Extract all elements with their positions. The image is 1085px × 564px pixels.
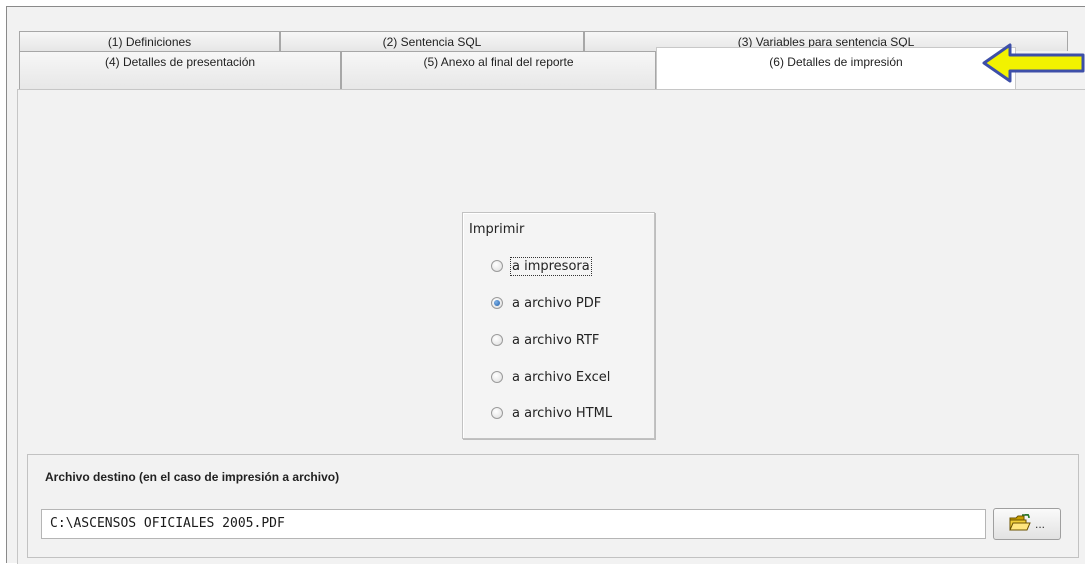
tab-label: (5) Anexo al final del reporte (423, 55, 574, 69)
radio-label: a archivo PDF (512, 295, 602, 311)
browse-ellipsis: ... (1034, 517, 1045, 531)
tab-label: (6) Detalles de impresión (769, 55, 903, 69)
radio-archivo-excel[interactable]: a archivo Excel (491, 367, 610, 387)
radio-button-checked[interactable] (491, 297, 503, 309)
print-options-group: Imprimir a impresora a archivo PDF a arc… (462, 212, 655, 439)
radio-button[interactable] (491, 407, 503, 419)
radio-archivo-rtf[interactable]: a archivo RTF (491, 330, 599, 350)
radio-button[interactable] (491, 371, 503, 383)
yellow-left-arrow-icon (982, 43, 1085, 83)
radio-label: a archivo RTF (512, 332, 600, 348)
tab-label: (4) Detalles de presentación (104, 55, 256, 69)
radio-label: a archivo HTML (512, 405, 613, 421)
radio-label: a archivo Excel (512, 369, 611, 385)
group-title: Imprimir (469, 222, 525, 237)
radio-label: a impresora (510, 256, 592, 276)
radio-button[interactable] (491, 334, 503, 346)
report-window: (1) Definiciones (2) Sentencia SQL (3) V… (6, 6, 1085, 564)
tab-definiciones[interactable]: (1) Definiciones (19, 31, 280, 51)
radio-impresora[interactable]: a impresora (491, 256, 592, 276)
open-folder-icon (1009, 512, 1031, 535)
radio-archivo-pdf[interactable]: a archivo PDF (491, 293, 601, 313)
tab-sentencia-sql[interactable]: (2) Sentencia SQL (280, 31, 584, 51)
radio-button[interactable] (491, 260, 503, 272)
tab-detalles-presentacion[interactable]: (4) Detalles de presentación (19, 51, 341, 91)
radio-archivo-html[interactable]: a archivo HTML (491, 403, 612, 423)
tab-anexo-final[interactable]: (5) Anexo al final del reporte (341, 51, 656, 91)
destination-label: Archivo destino (en el caso de impresión… (45, 470, 340, 484)
destination-group: Archivo destino (en el caso de impresión… (27, 454, 1079, 558)
tab-detalles-impresion[interactable]: (6) Detalles de impresión (656, 47, 1016, 91)
browse-button[interactable]: ... (993, 508, 1061, 540)
destination-path-input[interactable]: C:\ASCENSOS OFICIALES 2005.PDF (41, 509, 986, 539)
